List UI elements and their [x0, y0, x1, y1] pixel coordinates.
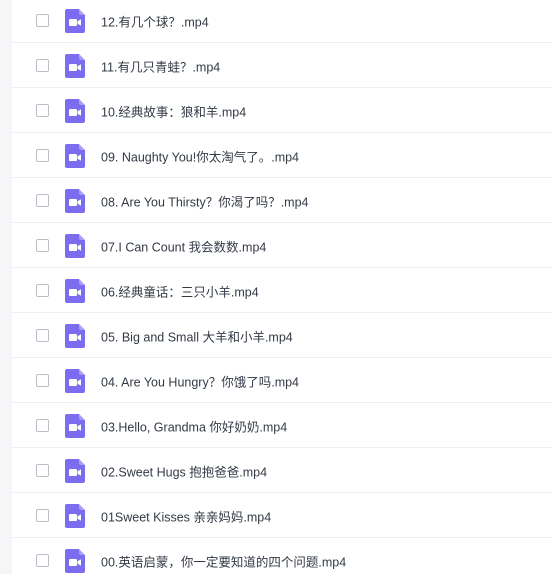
file-name[interactable]: 08. Are You Thirsty？你渴了吗？.mp4	[101, 191, 309, 210]
file-name[interactable]: 05. Big and Small 大羊和小羊.mp4	[101, 326, 293, 345]
file-row[interactable]: 07.I Can Count 我会数数.mp4	[12, 224, 552, 268]
file-row[interactable]: 03.Hello, Grandma 你好奶奶.mp4	[12, 404, 552, 448]
file-checkbox[interactable]	[36, 283, 49, 297]
video-file-icon	[65, 8, 85, 33]
video-file-icon	[65, 278, 85, 303]
file-row[interactable]: 06.经典童话：三只小羊.mp4	[12, 269, 552, 313]
file-name[interactable]: 02.Sweet Hugs 抱抱爸爸.mp4	[101, 461, 267, 480]
video-file-icon	[65, 458, 85, 483]
file-row[interactable]: 10.经典故事：狼和羊.mp4	[12, 89, 552, 133]
file-row[interactable]: 09. Naughty You!你太淘气了。.mp4	[12, 134, 552, 178]
file-checkbox[interactable]	[36, 373, 49, 387]
file-checkbox[interactable]	[36, 418, 49, 432]
video-file-icon	[65, 413, 85, 438]
file-checkbox[interactable]	[36, 103, 49, 117]
file-row[interactable]: 00.英语启蒙，你一定要知道的四个问题.mp4	[12, 539, 552, 574]
video-file-icon	[65, 188, 85, 213]
file-name[interactable]: 04. Are You Hungry？你饿了吗.mp4	[101, 371, 299, 390]
video-file-icon	[65, 98, 85, 123]
file-checkbox[interactable]	[36, 13, 49, 27]
video-file-icon	[65, 143, 85, 168]
video-file-icon	[65, 548, 85, 573]
file-name[interactable]: 11.有几只青蛙？.mp4	[101, 56, 220, 75]
video-file-icon	[65, 53, 85, 78]
file-name[interactable]: 10.经典故事：狼和羊.mp4	[101, 101, 246, 120]
file-checkbox[interactable]	[36, 463, 49, 477]
file-row[interactable]: 12.有几个球？.mp4	[12, 0, 552, 43]
file-name[interactable]: 07.I Can Count 我会数数.mp4	[101, 236, 266, 255]
file-name[interactable]: 03.Hello, Grandma 你好奶奶.mp4	[101, 416, 287, 435]
video-file-icon	[65, 503, 85, 528]
file-row[interactable]: 02.Sweet Hugs 抱抱爸爸.mp4	[12, 449, 552, 493]
file-row[interactable]: 04. Are You Hungry？你饿了吗.mp4	[12, 359, 552, 403]
file-name[interactable]: 09. Naughty You!你太淘气了。.mp4	[101, 146, 299, 165]
file-row[interactable]: 05. Big and Small 大羊和小羊.mp4	[12, 314, 552, 358]
file-checkbox[interactable]	[36, 553, 49, 567]
file-checkbox[interactable]	[36, 328, 49, 342]
file-name[interactable]: 01Sweet Kisses 亲亲妈妈.mp4	[101, 506, 271, 525]
video-file-icon	[65, 368, 85, 393]
video-file-icon	[65, 323, 85, 348]
file-checkbox[interactable]	[36, 58, 49, 72]
file-checkbox[interactable]	[36, 238, 49, 252]
video-file-icon	[65, 233, 85, 258]
file-checkbox[interactable]	[36, 193, 49, 207]
file-row[interactable]: 01Sweet Kisses 亲亲妈妈.mp4	[12, 494, 552, 538]
file-checkbox[interactable]	[36, 508, 49, 522]
file-row[interactable]: 11.有几只青蛙？.mp4	[12, 44, 552, 88]
file-name[interactable]: 00.英语启蒙，你一定要知道的四个问题.mp4	[101, 551, 346, 570]
file-name[interactable]: 12.有几个球？.mp4	[101, 11, 209, 30]
file-list: 12.有几个球？.mp4 11.有几只青蛙？.mp4 10.经典故事：狼和羊.mp4…	[0, 0, 552, 574]
file-row[interactable]: 08. Are You Thirsty？你渴了吗？.mp4	[12, 179, 552, 223]
file-checkbox[interactable]	[36, 148, 49, 162]
left-panel-edge	[0, 0, 12, 574]
file-name[interactable]: 06.经典童话：三只小羊.mp4	[101, 281, 259, 300]
